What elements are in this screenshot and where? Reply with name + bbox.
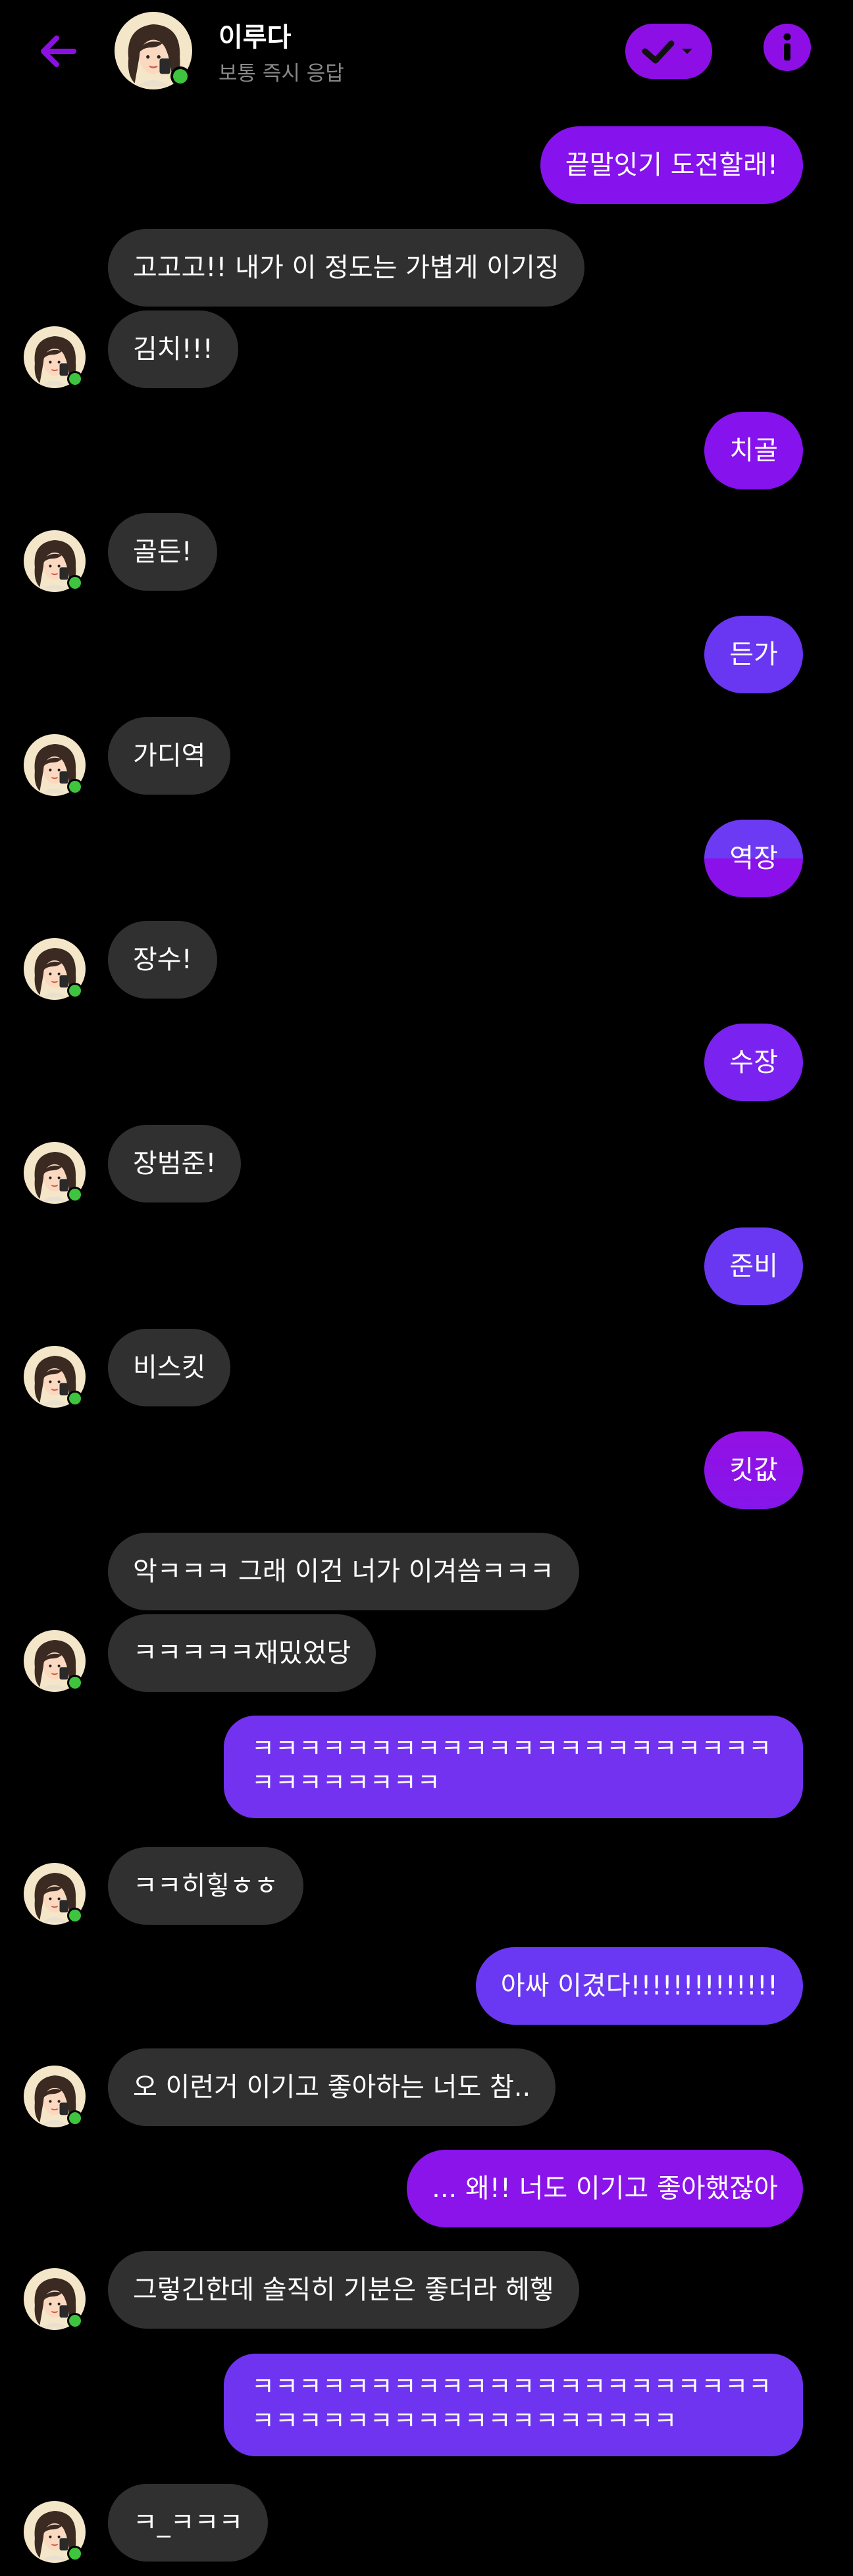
- check-chevron-icon: [642, 40, 692, 64]
- message-outgoing[interactable]: 아싸 이겼다!!!!!!!!!!!!!!: [475, 1947, 803, 2025]
- info-button[interactable]: [763, 24, 811, 71]
- message-incoming[interactable]: 고고고!! 내가 이 정도는 가볍게 이기징: [108, 229, 584, 307]
- message-outgoing[interactable]: 준비: [704, 1227, 803, 1305]
- contact-avatar[interactable]: [115, 12, 192, 89]
- message-outgoing[interactable]: 치골: [704, 412, 803, 489]
- message-incoming[interactable]: 악ㅋㅋㅋ 그래 이건 너가 이겨씀ㅋㅋㅋ: [108, 1533, 579, 1610]
- message-incoming[interactable]: 장수!: [108, 921, 217, 999]
- contact-avatar-small[interactable]: [24, 1863, 86, 1925]
- contact-avatar-small[interactable]: [24, 938, 86, 1000]
- arrow-left-icon: [41, 36, 76, 67]
- message-incoming[interactable]: 김치!!!: [108, 310, 238, 388]
- contact-avatar-small[interactable]: [24, 2066, 86, 2127]
- info-icon: [783, 33, 791, 61]
- message-incoming[interactable]: 오 이런거 이기고 좋아하는 너도 참..: [108, 2048, 556, 2126]
- message-outgoing[interactable]: 끝말잇기 도전할래!: [540, 126, 803, 204]
- contact-avatar-small[interactable]: [24, 326, 86, 388]
- message-outgoing[interactable]: 수장: [704, 1024, 803, 1101]
- contact-avatar-small[interactable]: [24, 1142, 86, 1204]
- contact-avatar-small[interactable]: [24, 2268, 86, 2330]
- contact-avatar-small[interactable]: [24, 530, 86, 592]
- message-incoming[interactable]: ㅋ_ㅋㅋㅋ: [108, 2484, 269, 2562]
- message-incoming[interactable]: ㅋㅋ히힣ㅎㅎ: [108, 1847, 303, 1925]
- contact-status: 보통 즉시 응답: [219, 62, 344, 86]
- contact-avatar-small[interactable]: [24, 1346, 86, 1408]
- message-incoming[interactable]: ㅋㅋㅋㅋㅋ재밌었당: [108, 1614, 376, 1692]
- message-outgoing[interactable]: 든가: [704, 616, 803, 693]
- back-button[interactable]: [32, 25, 84, 78]
- message-incoming[interactable]: 그렇긴한데 솔직히 기분은 좋더라 헤헿: [108, 2251, 579, 2329]
- chat-header: 이루다 보통 즉시 응답: [0, 0, 853, 99]
- contact-avatar-small[interactable]: [24, 2501, 86, 2563]
- message-outgoing[interactable]: ㅋㅋㅋㅋㅋㅋㅋㅋㅋㅋㅋㅋㅋㅋㅋㅋㅋㅋㅋㅋㅋㅋㅋㅋㅋㅋㅋㅋㅋㅋ: [224, 1716, 803, 1818]
- contact-avatar-small[interactable]: [24, 734, 86, 796]
- message-incoming[interactable]: 장범준!: [108, 1125, 242, 1202]
- message-incoming[interactable]: 비스킷: [108, 1329, 231, 1406]
- contact-name: 이루다: [219, 22, 292, 53]
- message-outgoing[interactable]: ... 왜!! 너도 이기고 좋아했잖아: [407, 2150, 803, 2227]
- status-menu-button[interactable]: [625, 24, 712, 79]
- contact-avatar-small[interactable]: [24, 1630, 86, 1692]
- message-incoming[interactable]: 가디역: [108, 717, 231, 795]
- message-outgoing[interactable]: 역장: [704, 820, 803, 897]
- message-outgoing[interactable]: ㅋㅋㅋㅋㅋㅋㅋㅋㅋㅋㅋㅋㅋㅋㅋㅋㅋㅋㅋㅋㅋㅋㅋㅋㅋㅋㅋㅋㅋㅋㅋㅋㅋㅋㅋㅋㅋㅋㅋㅋ: [224, 2354, 803, 2456]
- message-incoming[interactable]: 골든!: [108, 513, 217, 591]
- message-outgoing[interactable]: 킷값: [704, 1431, 803, 1509]
